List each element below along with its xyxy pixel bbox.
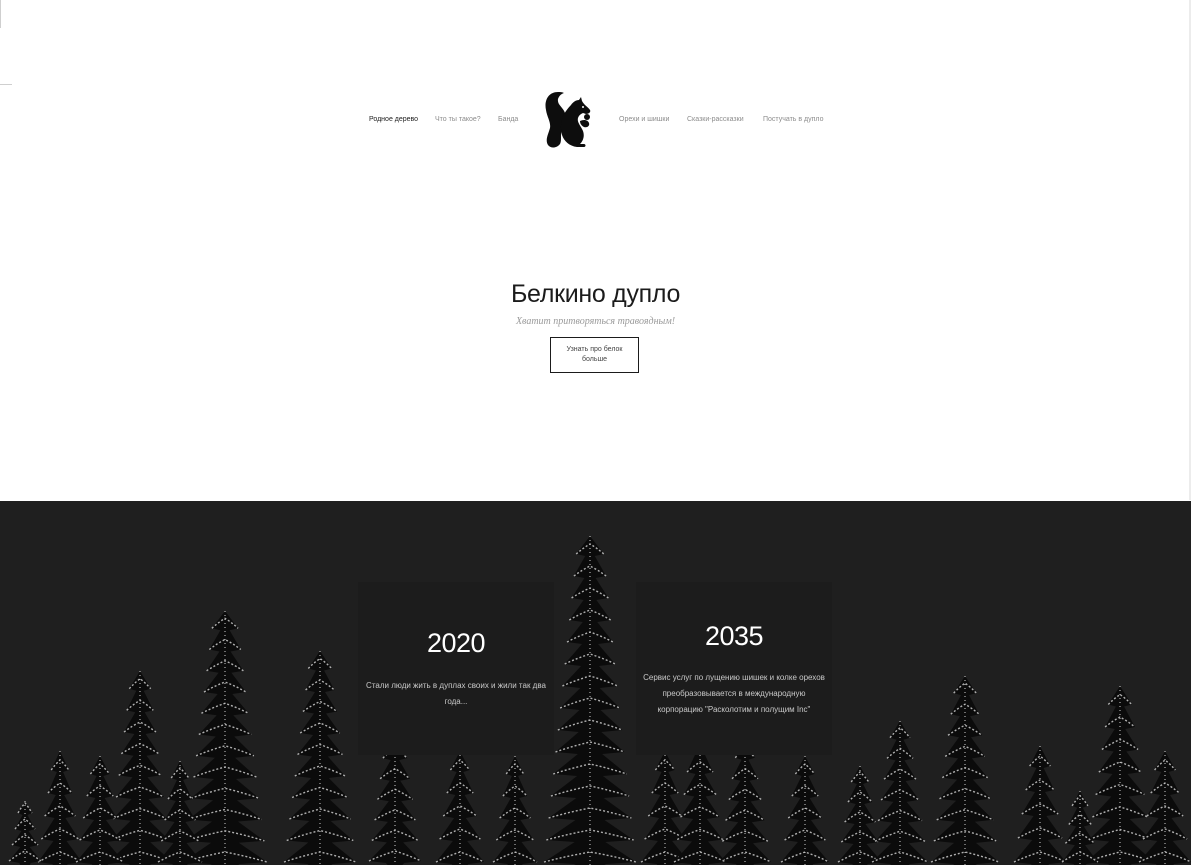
pine-tree <box>283 651 357 865</box>
nav-item-nuts[interactable]: Орехи и шишки <box>619 115 669 124</box>
hero-subtitle: Хватит притворяться травоядным! <box>515 316 676 327</box>
forest-section: 2020 Стали люди жить в дуплах своих и жи… <box>0 501 1191 865</box>
pine-tree <box>1061 791 1099 865</box>
pine-tree <box>182 611 268 865</box>
nav-item-team[interactable]: Банда <box>498 115 518 124</box>
learn-more-button[interactable]: Узнать про белок больше <box>550 337 639 373</box>
nav-item-home[interactable]: Родное дерево <box>369 115 418 124</box>
pine-tree <box>780 756 830 865</box>
squirrel-icon <box>545 92 591 148</box>
pine-tree <box>871 721 929 865</box>
pine-tree <box>492 756 538 865</box>
pine-tree <box>435 751 485 865</box>
hero-title: Белкино дупло <box>510 280 681 308</box>
squirrel-logo[interactable] <box>542 88 594 150</box>
timeline-card-year: 2035 <box>704 621 764 651</box>
learn-more-button-label: Узнать про белок больше <box>566 346 623 363</box>
pine-tree <box>930 676 1000 865</box>
pine-tree <box>837 766 883 865</box>
page: Родное дерево Что ты такое? Банда Орехи … <box>0 0 1191 865</box>
timeline-card: 2035 Сервис услуг по лущению шишек и кол… <box>636 582 832 755</box>
pine-tree <box>1138 751 1191 865</box>
pine-tree <box>37 751 83 865</box>
pine-tree <box>640 751 690 865</box>
pine-tree <box>75 756 125 865</box>
timeline-card-text: Сервис услуг по лущению шишек и колке ор… <box>643 673 825 714</box>
pine-tree <box>1013 746 1067 865</box>
main-nav: Родное дерево Что ты такое? Банда Орехи … <box>0 88 1191 150</box>
timeline-card-text: Стали люди жить в дуплах своих и жили та… <box>366 681 546 706</box>
pine-tree <box>543 536 637 865</box>
pine-tree <box>8 801 42 865</box>
nav-item-about[interactable]: Что ты такое? <box>435 115 481 124</box>
timeline-card-year: 2020 <box>426 628 486 658</box>
pine-tree <box>107 671 173 865</box>
pine-tree <box>718 741 772 865</box>
nav-item-contact[interactable]: Постучать в дупло <box>763 115 824 124</box>
timeline-card: 2020 Стали люди жить в дуплах своих и жи… <box>358 582 554 755</box>
window-edge-mark <box>0 84 12 85</box>
window-edge-mark <box>0 0 1 28</box>
nav-item-stories[interactable]: Сказки-рассказки <box>687 115 744 124</box>
forest-background-image <box>8 536 1191 865</box>
